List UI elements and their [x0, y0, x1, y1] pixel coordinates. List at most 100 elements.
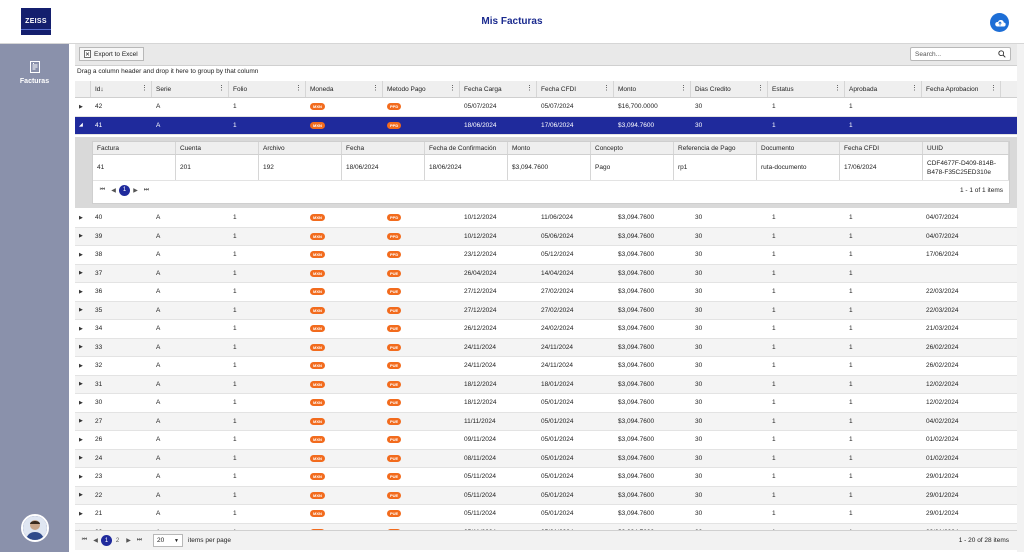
- table-row[interactable]: ▶ 26 A 1 MXN PUE 09/11/2024 05/01/2024 $3,094.76…: [75, 431, 1017, 450]
- column-header[interactable]: Moneda ⋮: [306, 81, 383, 97]
- row-expander[interactable]: ▶: [75, 394, 91, 412]
- detail-column-header[interactable]: Cuenta: [176, 142, 259, 154]
- detail-column-header[interactable]: Fecha CFDI: [840, 142, 923, 154]
- row-expander[interactable]: ▶: [75, 98, 91, 116]
- column-header[interactable]: Fecha CFDI ⋮: [537, 81, 614, 97]
- page-button-2[interactable]: 2: [112, 535, 123, 546]
- expand-icon[interactable]: ▶: [79, 418, 83, 424]
- detail-column-header[interactable]: Concepto: [591, 142, 674, 154]
- column-header[interactable]: Folio ⋮: [229, 81, 306, 97]
- column-menu-icon[interactable]: ⋮: [680, 84, 687, 92]
- column-header[interactable]: Fecha Carga ⋮: [460, 81, 537, 97]
- detail-column-header[interactable]: Factura: [93, 142, 176, 154]
- user-avatar[interactable]: [21, 514, 49, 542]
- row-expander[interactable]: ▶: [75, 487, 91, 505]
- column-menu-icon[interactable]: ⋮: [911, 84, 918, 92]
- expand-icon[interactable]: ▶: [79, 381, 83, 387]
- column-menu-icon[interactable]: ⋮: [372, 84, 379, 92]
- page-scrollbar[interactable]: [1017, 44, 1024, 552]
- expand-icon[interactable]: ▶: [79, 455, 83, 461]
- column-menu-icon[interactable]: ⋮: [449, 84, 456, 92]
- row-expander[interactable]: ▶: [75, 376, 91, 394]
- row-expander[interactable]: ▶: [75, 413, 91, 431]
- table-row[interactable]: ▶ 36 A 1 MXN PUE 27/12/2024 27/02/2024 $3,094.76…: [75, 283, 1017, 302]
- row-expander[interactable]: ◢: [75, 117, 91, 135]
- page-button-1[interactable]: 1: [101, 535, 112, 546]
- expand-icon[interactable]: ▶: [79, 215, 83, 221]
- table-row[interactable]: ▶ 30 A 1 MXN PUE 18/12/2024 05/01/2024 $3,094.76…: [75, 394, 1017, 413]
- detail-column-header[interactable]: Archivo: [259, 142, 342, 154]
- column-menu-icon[interactable]: ⋮: [295, 84, 302, 92]
- table-row[interactable]: ▶ 34 A 1 MXN PUE 26/12/2024 24/02/2024 $3,094.76…: [75, 320, 1017, 339]
- table-row[interactable]: ▶ 21 A 1 MXN PUE 05/11/2024 05/01/2024 $3,094.76…: [75, 505, 1017, 524]
- detail-column-header[interactable]: UUID: [923, 142, 1009, 154]
- column-header[interactable]: Metodo Pago ⋮: [383, 81, 460, 97]
- table-row[interactable]: ▶ 33 A 1 MXN PUE 24/11/2024 24/11/2024 $3,094.76…: [75, 338, 1017, 357]
- expand-icon[interactable]: ▶: [79, 233, 83, 239]
- column-menu-icon[interactable]: ⋮: [990, 84, 997, 92]
- table-row[interactable]: ▶ 24 A 1 MXN PUE 08/11/2024 05/01/2024 $3,094.76…: [75, 449, 1017, 468]
- search-input[interactable]: Search...: [910, 47, 1011, 61]
- detail-column-header[interactable]: Referencia de Pago: [674, 142, 757, 154]
- table-row[interactable]: ▶ 35 A 1 MXN PUE 27/12/2024 27/02/2024 $3,094.76…: [75, 301, 1017, 320]
- table-row[interactable]: ▶ 31 A 1 MXN PUE 18/12/2024 18/01/2024 $3,094.76…: [75, 375, 1017, 394]
- detail-column-header[interactable]: Documento: [757, 142, 840, 154]
- column-header[interactable]: Serie ⋮: [152, 81, 229, 97]
- detail-column-header[interactable]: Fecha: [342, 142, 425, 154]
- column-header[interactable]: Monto ⋮: [614, 81, 691, 97]
- table-row[interactable]: ▶ 22 A 1 MXN PUE 05/11/2024 05/01/2024 $3,094.76…: [75, 486, 1017, 505]
- row-expander[interactable]: ▶: [75, 450, 91, 468]
- first-page-icon[interactable]: ⏮: [97, 185, 108, 196]
- row-expander[interactable]: ▶: [75, 283, 91, 301]
- row-expander[interactable]: ▶: [75, 320, 91, 338]
- column-menu-icon[interactable]: ⋮: [834, 84, 841, 92]
- prev-page-icon[interactable]: ◀: [108, 185, 119, 196]
- detail-column-header[interactable]: Fecha de Confirmación: [425, 142, 508, 154]
- row-expander[interactable]: ▶: [75, 302, 91, 320]
- table-row[interactable]: ◢ 41 A 1 MXN PPD 18/06/2024 17/06/2024 $3,094.76…: [75, 116, 1017, 135]
- column-menu-icon[interactable]: ⋮: [218, 84, 225, 92]
- row-expander[interactable]: ▶: [75, 468, 91, 486]
- table-row[interactable]: ▶ 42 A 1 MXN PPD 05/07/2024 05/07/2024 $16,700.0…: [75, 98, 1017, 117]
- upload-button[interactable]: [990, 13, 1009, 32]
- row-expander[interactable]: ▶: [75, 228, 91, 246]
- table-row[interactable]: ▶ 27 A 1 MXN PUE 11/11/2024 05/01/2024 $3,094.76…: [75, 412, 1017, 431]
- row-expander[interactable]: ▶: [75, 246, 91, 264]
- row-expander[interactable]: ▶: [75, 339, 91, 357]
- expand-icon[interactable]: ▶: [79, 270, 83, 276]
- expand-icon[interactable]: ▶: [79, 511, 83, 517]
- table-row[interactable]: ▶ 40 A 1 MXN PPD 10/12/2024 11/06/2024 $3,094.76…: [75, 209, 1017, 228]
- expand-icon[interactable]: ▶: [79, 252, 83, 258]
- export-excel-button[interactable]: Export to Excel: [79, 47, 144, 61]
- sidebar-item-facturas[interactable]: Facturas: [0, 60, 69, 85]
- column-header[interactable]: Dias Credito ⋮: [691, 81, 768, 97]
- column-menu-icon[interactable]: ⋮: [141, 84, 148, 92]
- column-header[interactable]: Aprobada ⋮: [845, 81, 922, 97]
- detail-column-header[interactable]: Monto: [508, 142, 591, 154]
- expand-icon[interactable]: ▶: [79, 307, 83, 313]
- page-size-select[interactable]: 20 ▼: [153, 534, 183, 547]
- table-row[interactable]: ▶ 37 A 1 MXN PUE 26/04/2024 14/04/2024 $3,094.76…: [75, 264, 1017, 283]
- column-header[interactable]: Id ↓ ⋮: [91, 81, 152, 97]
- expand-icon[interactable]: ▶: [79, 326, 83, 332]
- table-row[interactable]: ▶ 39 A 1 MXN PPD 10/12/2024 05/06/2024 $3,094.76…: [75, 227, 1017, 246]
- expand-icon[interactable]: ▶: [79, 344, 83, 350]
- prev-page-icon[interactable]: ◀: [90, 535, 101, 546]
- table-row[interactable]: ▶ 23 A 1 MXN PUE 05/11/2024 05/01/2024 $3,094.76…: [75, 468, 1017, 487]
- expand-icon[interactable]: ▶: [79, 492, 83, 498]
- expand-icon[interactable]: ▶: [79, 104, 83, 110]
- next-page-icon[interactable]: ▶: [123, 535, 134, 546]
- last-page-icon[interactable]: ⏭: [141, 185, 152, 196]
- expand-icon[interactable]: ▶: [79, 474, 83, 480]
- column-menu-icon[interactable]: ⋮: [757, 84, 764, 92]
- expand-icon[interactable]: ▶: [79, 400, 83, 406]
- table-row[interactable]: ▶ 32 A 1 MXN PUE 24/11/2024 24/11/2024 $3,094.76…: [75, 357, 1017, 376]
- table-row[interactable]: ▶ 38 A 1 MXN PPD 23/12/2024 05/12/2024 $3,094.76…: [75, 246, 1017, 265]
- first-page-icon[interactable]: ⏮: [79, 535, 90, 546]
- column-menu-icon[interactable]: ⋮: [603, 84, 610, 92]
- expand-icon[interactable]: ▶: [79, 363, 83, 369]
- expand-icon[interactable]: ▶: [79, 289, 83, 295]
- row-expander[interactable]: ▶: [75, 209, 91, 227]
- column-header[interactable]: Estatus ⋮: [768, 81, 845, 97]
- column-menu-icon[interactable]: ⋮: [526, 84, 533, 92]
